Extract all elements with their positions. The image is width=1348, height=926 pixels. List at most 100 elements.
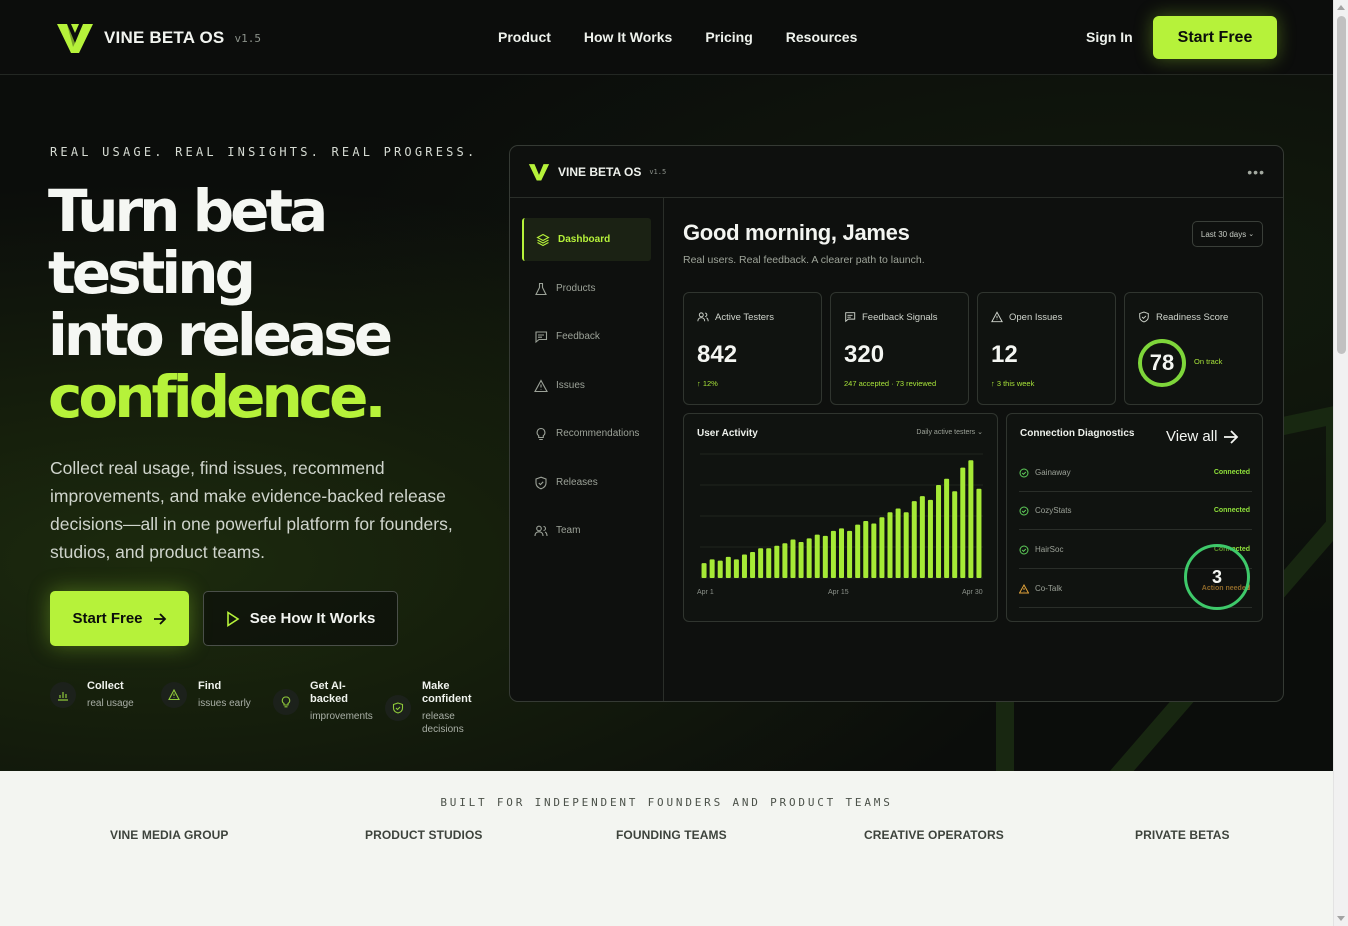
activity-bar[interactable]: [774, 545, 780, 578]
activity-bar[interactable]: [887, 512, 893, 578]
sidebar-item-releases[interactable]: Releases: [522, 461, 651, 504]
activity-bar[interactable]: [798, 542, 804, 578]
activity-bar[interactable]: [790, 539, 796, 578]
activity-bar[interactable]: [944, 478, 950, 578]
activity-bar[interactable]: [976, 488, 982, 578]
feature-sub: release decisions: [422, 711, 464, 735]
activity-bar[interactable]: [936, 485, 942, 578]
stat-card-feedback-signals[interactable]: Feedback Signals 320 247 accepted · 73 r…: [830, 292, 969, 405]
activity-bar[interactable]: [750, 551, 756, 578]
brand-version: v1.5: [234, 31, 261, 45]
check-circle-icon: [1019, 468, 1029, 477]
sidebar-item-products[interactable]: Products: [522, 267, 651, 310]
customer-logo: PRIVATE BETAS: [1135, 828, 1230, 842]
nav-pricing[interactable]: Pricing: [705, 29, 752, 45]
stat-card-open-issues[interactable]: Open Issues 12 ↑ 3 this week: [977, 292, 1116, 405]
nav-how-it-works[interactable]: How It Works: [584, 29, 672, 45]
play-icon: [226, 610, 240, 627]
activity-bar[interactable]: [863, 520, 869, 578]
headline-line-2: testing: [48, 239, 256, 307]
connection-name: Co-Talk: [1035, 584, 1063, 593]
x-tick-mid: Apr 15: [828, 589, 849, 596]
feature-sub: real usage: [87, 698, 134, 709]
activity-bar[interactable]: [911, 501, 917, 578]
see-how-it-works-button[interactable]: See How It Works: [203, 591, 398, 646]
scrollbar-thumb[interactable]: [1337, 16, 1346, 354]
stat-label: Readiness Score: [1156, 311, 1229, 323]
customer-logo: FOUNDING TEAMS: [616, 828, 727, 842]
headline-line-1: Turn beta: [48, 177, 328, 245]
see-how-label: See How It Works: [249, 610, 376, 627]
stat-trend: ↑ 3 this week: [991, 379, 1035, 388]
sidebar-item-team[interactable]: Team: [522, 509, 651, 552]
activity-bar[interactable]: [960, 467, 966, 578]
shield-check-icon: [535, 476, 547, 489]
scroll-up-arrow-icon[interactable]: [1337, 5, 1345, 10]
vertical-scrollbar[interactable]: [1333, 0, 1348, 926]
hero-eyebrow: REAL USAGE. REAL INSIGHTS. REAL PROGRESS…: [50, 145, 478, 159]
warning-icon: [534, 378, 548, 392]
stat-value: 12: [991, 341, 1018, 368]
strip-eyebrow: BUILT FOR INDEPENDENT FOUNDERS AND PRODU…: [440, 796, 893, 809]
activity-bar[interactable]: [733, 559, 739, 578]
activity-bar[interactable]: [701, 563, 707, 578]
stat-card-active-testers[interactable]: Active Testers 842 ↑ 12%: [683, 292, 822, 405]
warning-icon: [1019, 583, 1029, 593]
nav-product[interactable]: Product: [498, 29, 551, 45]
view-all-link[interactable]: View all: [1166, 428, 1239, 445]
dashboard-brand: VINE BETA OS v1.5: [528, 163, 666, 181]
activity-bar[interactable]: [838, 528, 845, 578]
sidebar-item-issues[interactable]: Issues: [522, 364, 651, 407]
bar-chart-icon: [50, 682, 76, 708]
activity-bar[interactable]: [903, 512, 909, 578]
sidebar-item-dashboard[interactable]: Dashboard: [522, 218, 651, 261]
feature-title: Find: [198, 680, 222, 692]
activity-bar[interactable]: [782, 543, 788, 578]
nav-resources[interactable]: Resources: [786, 29, 858, 45]
stat-label: Active Testers: [715, 311, 774, 323]
customer-logo: CREATIVE OPERATORS: [864, 828, 1004, 842]
activity-bar[interactable]: [766, 548, 772, 578]
activity-bar[interactable]: [895, 508, 901, 578]
stat-card-readiness-score[interactable]: Readiness Score 78 On track: [1124, 292, 1263, 405]
dashboard-sidebar: Dashboard Products Feedback Issues Recom…: [510, 198, 664, 701]
activity-bar[interactable]: [919, 496, 925, 578]
activity-bar[interactable]: [927, 499, 933, 578]
connection-row[interactable]: Gainaway Connected: [1019, 454, 1252, 492]
sidebar-item-label: Team: [556, 525, 581, 536]
activity-bar[interactable]: [952, 491, 958, 578]
connection-status: Connected: [1213, 507, 1250, 514]
main-nav: Product How It Works Pricing Resources: [498, 29, 890, 45]
greeting-title: Good morning, James: [683, 220, 910, 245]
x-tick-end: Apr 30: [962, 589, 983, 596]
activity-bar[interactable]: [822, 535, 828, 578]
connection-row[interactable]: CozyStats Connected: [1019, 492, 1252, 530]
activity-bar[interactable]: [879, 517, 885, 578]
scroll-down-arrow-icon[interactable]: [1337, 916, 1345, 921]
start-free-header-button[interactable]: Start Free: [1153, 16, 1277, 59]
activity-bar[interactable]: [709, 559, 715, 578]
activity-bar[interactable]: [725, 556, 731, 578]
stat-trend: 247 accepted · 73 reviewed: [844, 379, 937, 388]
message-icon: [845, 312, 856, 323]
sidebar-item-feedback[interactable]: Feedback: [522, 315, 651, 358]
activity-bar[interactable]: [968, 460, 974, 578]
issues-count-badge[interactable]: 3: [1184, 544, 1250, 610]
activity-bar[interactable]: [855, 524, 861, 578]
hero-description: Collect real usage, find issues, recomme…: [50, 458, 453, 562]
activity-bar[interactable]: [814, 534, 820, 578]
check-circle-icon: [1019, 506, 1029, 515]
activity-bar[interactable]: [717, 560, 723, 578]
more-menu-icon[interactable]: •••: [1247, 164, 1265, 180]
brand-logo[interactable]: VINE BETA OS v1.5: [56, 22, 261, 54]
start-free-hero-button[interactable]: Start Free: [50, 591, 189, 646]
activity-bar[interactable]: [806, 538, 812, 578]
date-range-select[interactable]: Last 30 days ⌄: [1192, 221, 1263, 247]
sign-in-link[interactable]: Sign In: [1086, 29, 1133, 45]
activity-bar[interactable]: [741, 554, 747, 578]
activity-bar[interactable]: [847, 530, 853, 578]
activity-bar[interactable]: [871, 523, 877, 578]
activity-bar[interactable]: [758, 548, 764, 578]
sidebar-item-recommendations[interactable]: Recommendations: [522, 412, 651, 455]
activity-bar[interactable]: [830, 530, 836, 578]
